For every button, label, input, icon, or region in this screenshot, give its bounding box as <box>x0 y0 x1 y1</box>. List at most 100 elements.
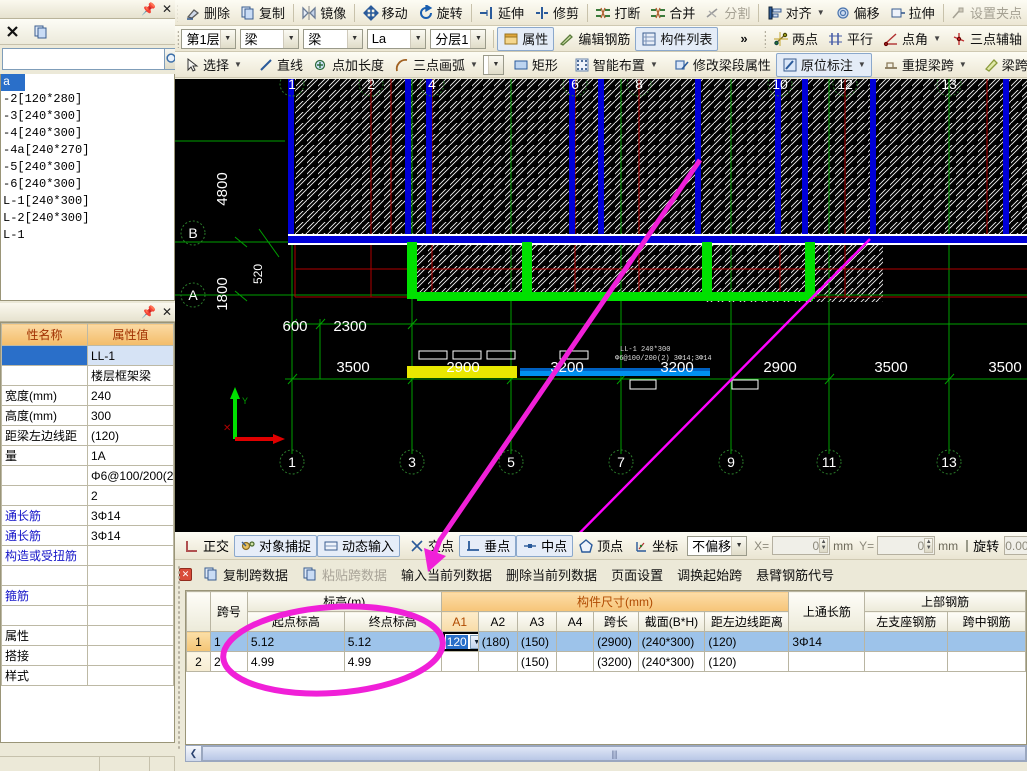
property-value[interactable]: (120) <box>87 425 174 446</box>
chevron-down-icon[interactable]: ▼ <box>410 29 426 48</box>
parallel-button[interactable]: 平行 <box>823 27 878 51</box>
property-grid[interactable]: 性名称 属性值 LL-1 楼层框架梁 宽度(mm) 240 高度(mm) 300 距梁左边线… <box>0 322 175 743</box>
cad-drawing[interactable]: LL-1 240*300 Φ6@100/200(2) 3Φ14;3Φ14 Y ✕… <box>175 79 1027 532</box>
property-row[interactable]: 高度(mm) 300 <box>1 405 174 426</box>
properties-button[interactable]: 属性 <box>497 26 555 51</box>
la-select[interactable]: La ▼ <box>366 28 427 49</box>
property-value[interactable] <box>87 665 174 686</box>
span-data-copy-button[interactable]: 梁跨数据复制 <box>978 53 1027 77</box>
in-situ-label-button[interactable]: 原位标注 ▼ <box>775 52 872 77</box>
cell-left_support[interactable] <box>864 651 949 672</box>
cell-left_support[interactable] <box>864 631 949 652</box>
property-value[interactable] <box>87 605 174 626</box>
th-span-len[interactable]: 跨长 <box>593 611 639 632</box>
th-end-elev[interactable]: 终点标高 <box>343 611 442 632</box>
property-value[interactable]: 240 <box>87 385 174 406</box>
select-button[interactable]: 选择 ▼ <box>179 53 247 77</box>
rotate-button[interactable]: 旋转 <box>413 1 468 25</box>
property-row[interactable]: 2 <box>1 485 174 506</box>
midpoint-snap[interactable]: 中点 <box>516 534 574 557</box>
cell-start_elev[interactable]: 4.99 <box>246 651 345 672</box>
th-top-through[interactable]: 上通长筋 <box>788 591 866 632</box>
property-row[interactable] <box>1 605 174 626</box>
th-a1[interactable]: A1 <box>440 611 479 632</box>
property-row[interactable]: 箍筋 <box>1 585 174 606</box>
perpendicular-snap[interactable]: 垂点 <box>459 534 517 557</box>
close-icon[interactable]: ✕ <box>162 3 172 15</box>
scroll-thumb[interactable]: |||| <box>202 746 1026 761</box>
move-button[interactable]: 移动 <box>358 1 413 25</box>
mirror-button[interactable]: 镜像 <box>296 1 351 25</box>
property-value[interactable] <box>87 565 174 586</box>
toolbar-grip[interactable] <box>177 29 180 48</box>
toolbar-4-button[interactable]: 删除当前列数据 <box>499 565 604 584</box>
tree-item[interactable]: -6[240*300] <box>1 176 174 193</box>
scroll-left-arrow[interactable]: ❮ <box>186 746 202 761</box>
property-row[interactable]: 距梁左边线距 (120) <box>1 425 174 446</box>
chevron-down-icon[interactable]: ▼ <box>487 55 503 74</box>
floor-select[interactable]: 第1层 ▼ <box>181 28 236 49</box>
property-row[interactable]: 量 1A <box>1 445 174 466</box>
tree-item[interactable]: L-2[240*300] <box>1 210 174 227</box>
pin-icon[interactable]: 📌 <box>141 3 156 15</box>
eraser-button[interactable]: 删除 <box>180 1 235 25</box>
chevron-down-icon[interactable]: ▼ <box>959 60 967 69</box>
three-point-arc-button[interactable]: 三点画弧 ▼ <box>389 53 483 77</box>
overflow-chevron-icon[interactable]: » <box>718 27 761 51</box>
three-point-aux-button[interactable]: 三点辅轴 <box>946 27 1027 51</box>
split-button[interactable]: 分割 <box>700 1 755 25</box>
copy-icon[interactable] <box>32 23 50 41</box>
merge-button[interactable]: 合并 <box>645 1 700 25</box>
property-row[interactable]: 搭接 <box>1 645 174 666</box>
two-point-button[interactable]: 两点 <box>768 27 823 51</box>
property-row[interactable] <box>1 565 174 586</box>
th-span-no[interactable]: 跨号 <box>210 591 248 632</box>
property-value[interactable]: LL-1 <box>87 345 174 366</box>
chevron-down-icon[interactable]: ▼ <box>470 60 478 69</box>
re-extract-span-button[interactable]: 重提梁跨 ▼ <box>878 53 972 77</box>
chevron-down-icon[interactable]: ▼ <box>731 536 747 555</box>
copy-button[interactable]: 复制 <box>235 1 290 25</box>
offset-y-spinner[interactable]: ▲ ▼ <box>924 538 934 553</box>
rectangle-button[interactable]: 矩形 <box>508 53 563 77</box>
span-data-grid[interactable]: 跨号 标高(m) 构件尺寸(mm) 上通长筋 上部钢筋 起点标高 终点标高 A1… <box>185 590 1027 745</box>
smart-layout-button[interactable]: 智能布置 ▼ <box>569 53 663 77</box>
chevron-down-icon[interactable]: ▼ <box>817 8 825 17</box>
cell-span_len[interactable]: (2900) <box>593 631 639 652</box>
offset-x-spinner[interactable]: ▲ ▼ <box>819 538 829 553</box>
vertex-snap[interactable]: 顶点 <box>573 535 628 557</box>
toolbar-1-button[interactable]: 复制跨数据 <box>196 565 295 584</box>
table-hscrollbar[interactable]: ❮ |||| <box>185 745 1027 762</box>
th-start-elev[interactable]: 起点标高 <box>246 611 345 632</box>
cell-mid_span[interactable] <box>947 651 1026 672</box>
cell-a1[interactable] <box>440 651 479 672</box>
cell-left_edge_dist[interactable]: (120) <box>704 651 790 672</box>
property-row[interactable]: 构造或受扭筋 <box>1 545 174 566</box>
property-row[interactable]: LL-1 <box>1 345 174 366</box>
toolbar-5-button[interactable]: 页面设置 <box>604 565 670 584</box>
close-icon[interactable]: ✕ <box>162 306 172 318</box>
cell-top_through[interactable] <box>788 651 866 672</box>
table-row[interactable]: 115.125.12120▼(180)(150)(2900)(240*300)(… <box>186 631 1026 652</box>
th-mid-span[interactable]: 跨中钢筋 <box>947 611 1026 632</box>
cell-section[interactable]: (240*300) <box>637 651 706 672</box>
delete-icon[interactable] <box>4 23 22 41</box>
th-a2[interactable]: A2 <box>477 611 518 632</box>
property-value[interactable] <box>87 545 174 566</box>
cell-mid_span[interactable] <box>947 631 1026 652</box>
cell-span_len[interactable]: (3200) <box>593 651 639 672</box>
property-value[interactable]: 300 <box>87 405 174 426</box>
category-select[interactable]: 梁 ▼ <box>239 28 300 49</box>
th-left-support[interactable]: 左支座钢筋 <box>864 611 949 632</box>
chevron-down-icon[interactable]: ▼ <box>283 29 299 48</box>
align-button[interactable]: 对齐 ▼ <box>762 1 830 25</box>
tree-item[interactable]: -4[240*300] <box>1 125 174 142</box>
offset-button[interactable]: 偏移 <box>830 1 885 25</box>
toolbar-3-button[interactable]: 输入当前列数据 <box>394 565 499 584</box>
tree-item[interactable]: -3[240*300] <box>1 108 174 125</box>
cell-end_elev[interactable]: 5.12 <box>343 631 442 652</box>
tree-item[interactable]: -4a[240*270] <box>1 142 174 159</box>
layer-select[interactable]: 分层1 ▼ <box>430 28 487 49</box>
search-input[interactable] <box>2 48 165 70</box>
break-button[interactable]: 打断 <box>590 1 645 25</box>
